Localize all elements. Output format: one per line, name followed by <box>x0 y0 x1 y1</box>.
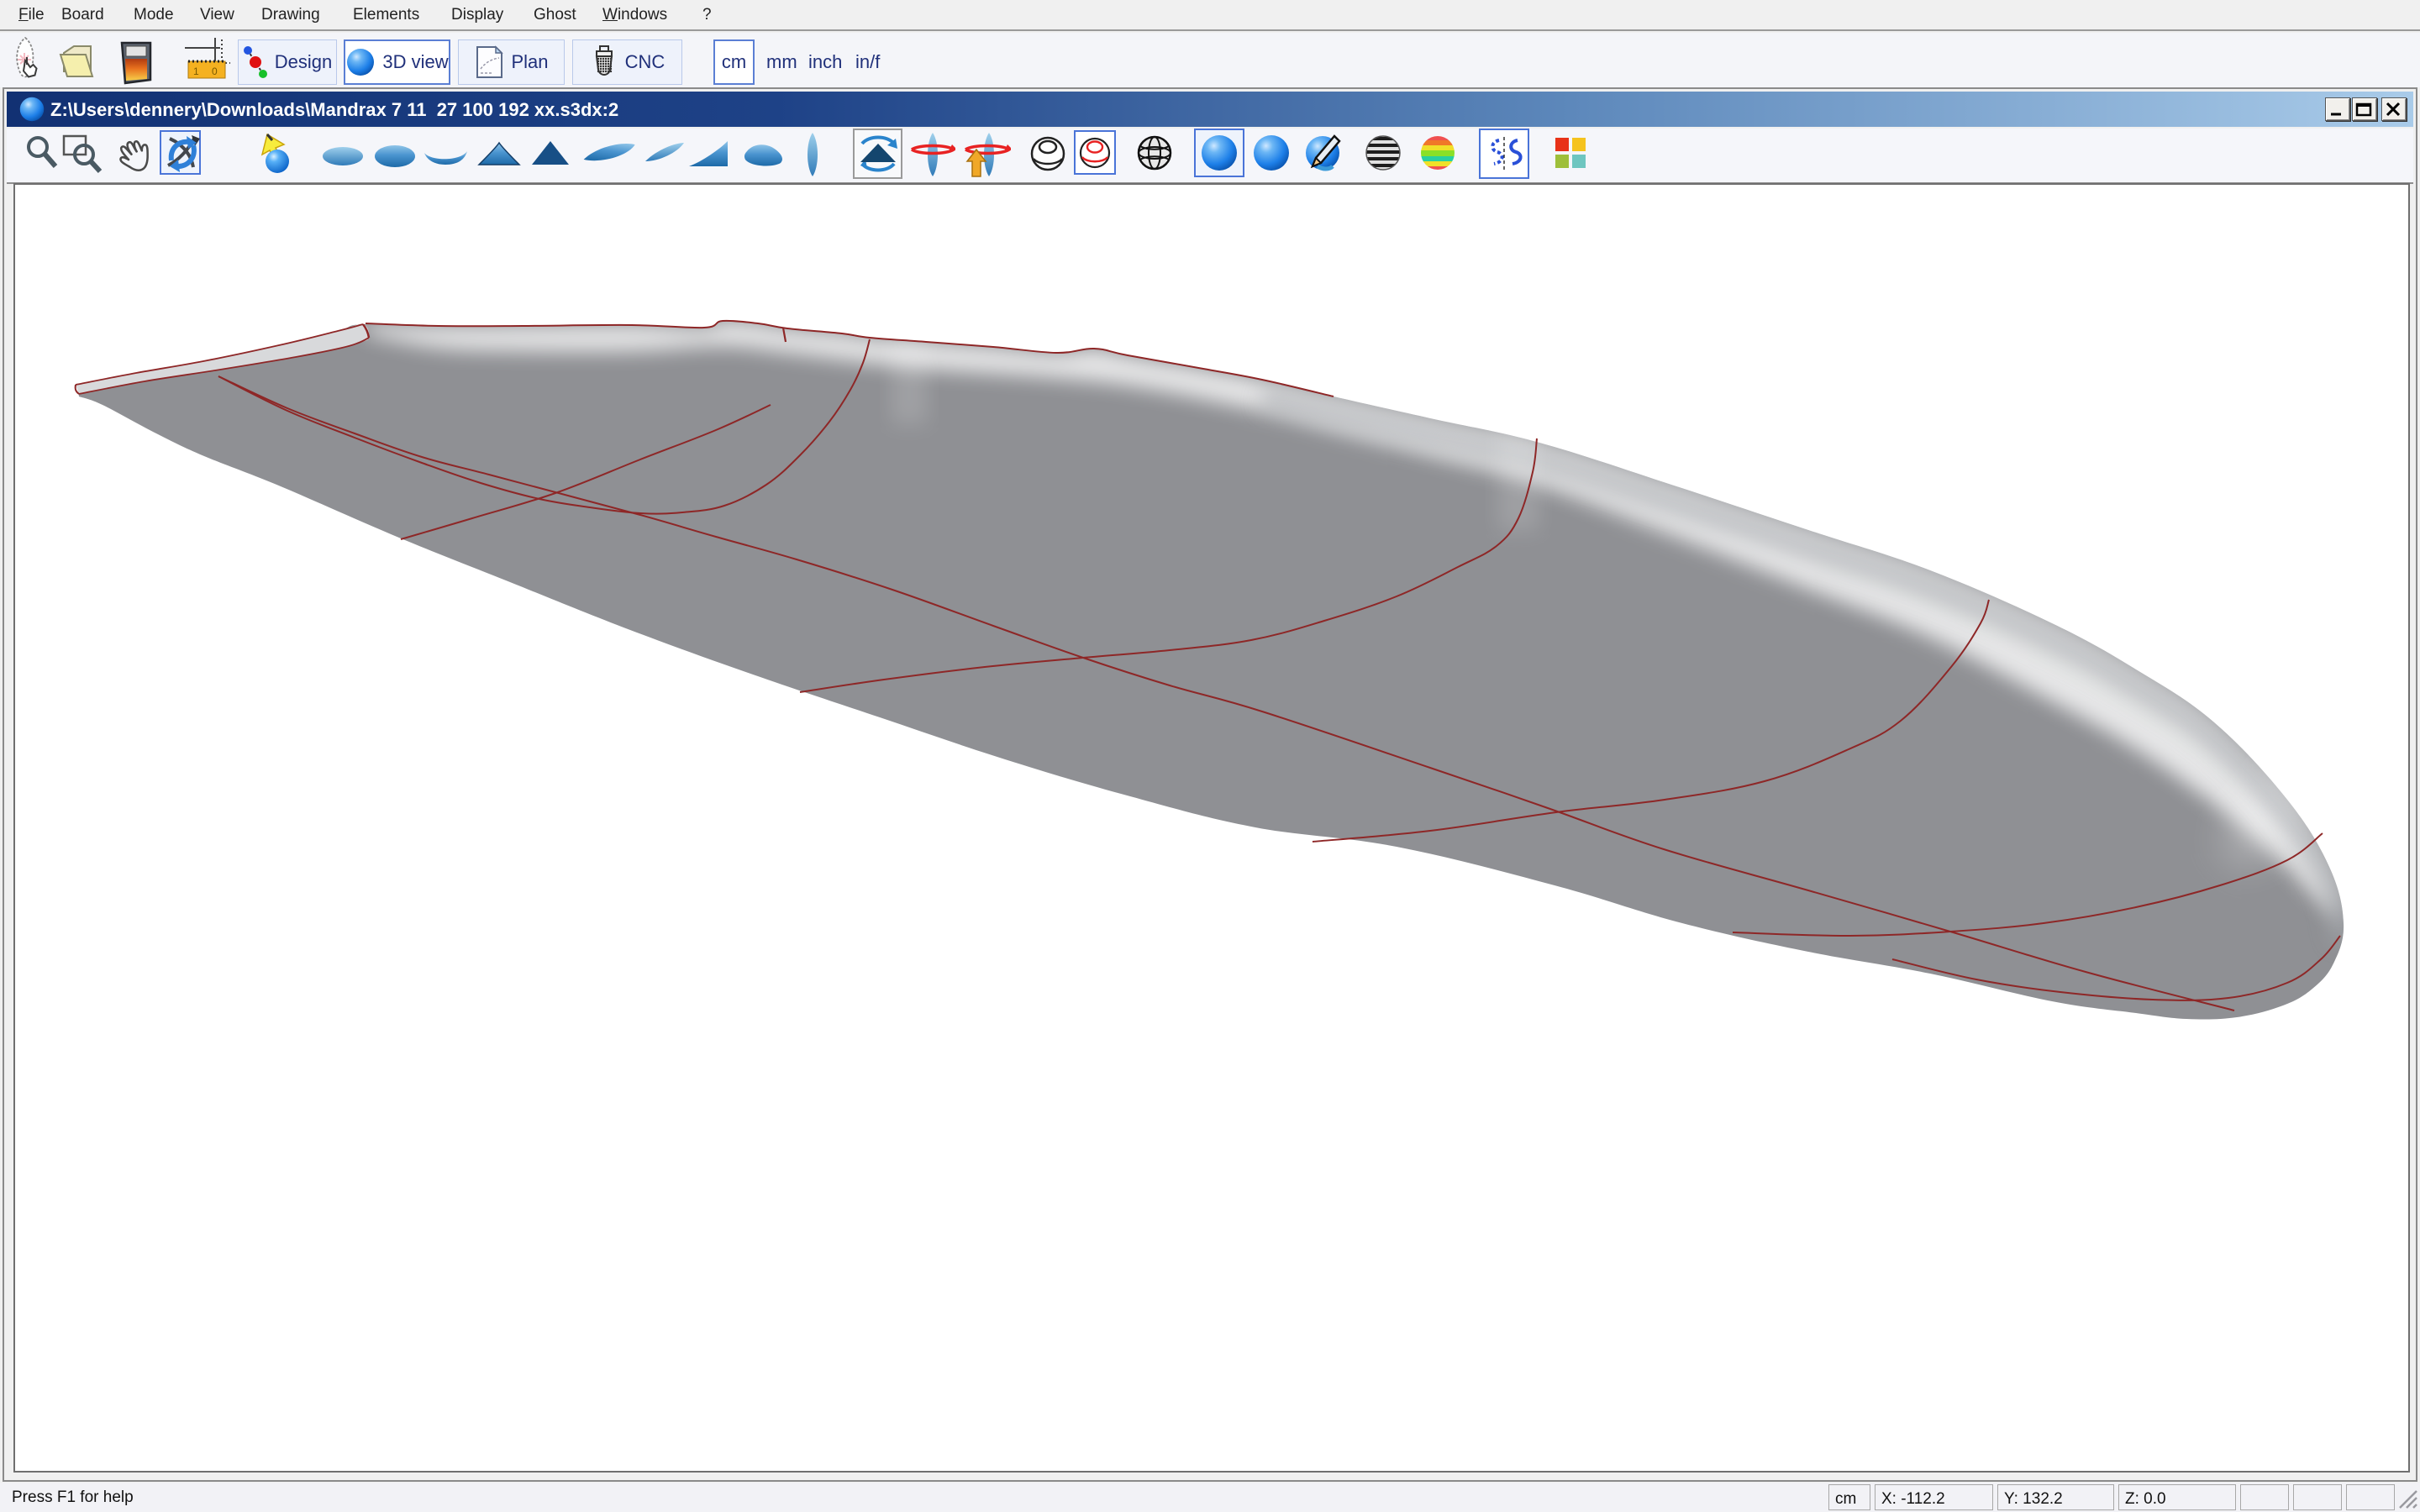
svg-text:1: 1 <box>193 66 199 77</box>
svg-text:0: 0 <box>212 66 218 77</box>
